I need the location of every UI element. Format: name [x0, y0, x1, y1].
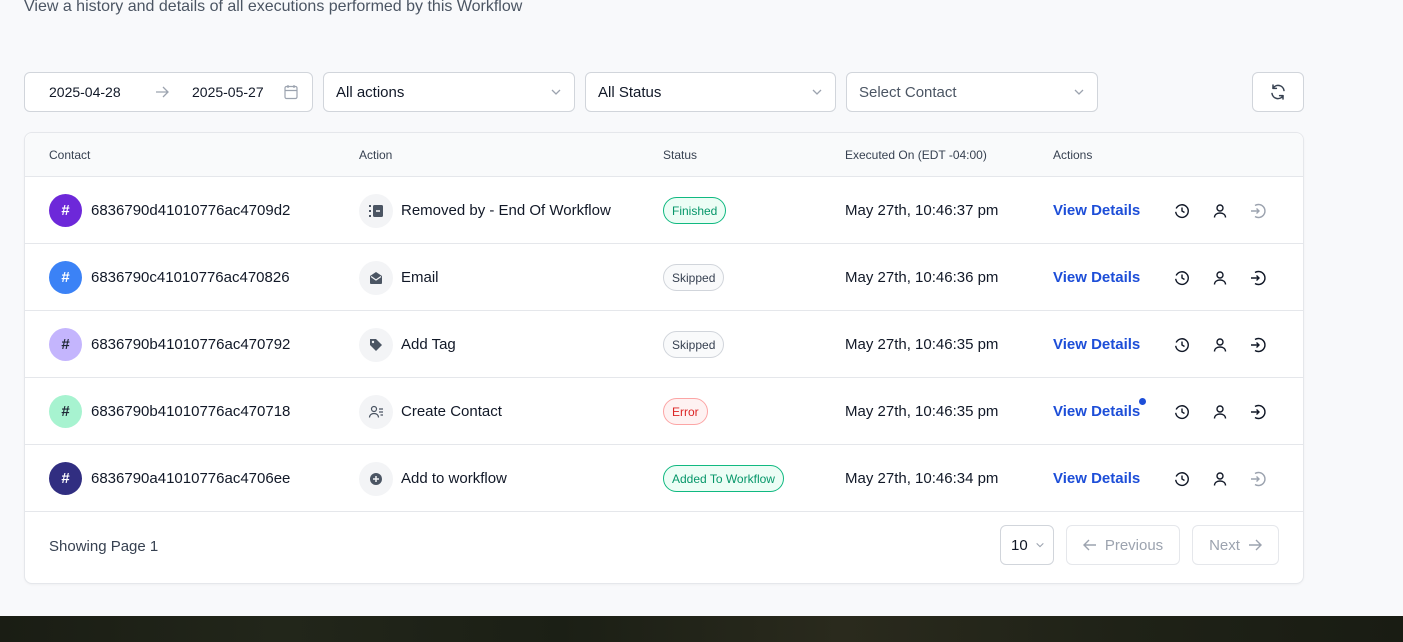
table-footer: Showing Page 1 10 Previous Next [25, 512, 1303, 584]
table-header: Contact Action Status Executed On (EDT -… [25, 133, 1303, 177]
view-details-link[interactable]: View Details [1053, 202, 1140, 219]
user-icon[interactable] [1211, 470, 1229, 488]
status-badge: Finished [663, 197, 727, 224]
avatar[interactable]: # [49, 194, 82, 227]
action-label: Create Contact [401, 403, 502, 420]
previous-page-button[interactable]: Previous [1066, 525, 1180, 565]
history-icon[interactable] [1173, 403, 1191, 421]
action-label: Add to workflow [401, 470, 507, 487]
user-icon[interactable] [1211, 269, 1229, 287]
history-icon[interactable] [1173, 470, 1191, 488]
chevron-down-icon [1073, 86, 1085, 98]
header-contact: Contact [49, 148, 91, 162]
previous-label: Previous [1104, 536, 1164, 554]
executions-table: Contact Action Status Executed On (EDT -… [24, 132, 1304, 584]
arrow-right-icon [155, 85, 169, 99]
contact-id[interactable]: 6836790d41010776ac4709d2 [91, 202, 290, 219]
executed-on: May 27th, 10:46:37 pm [845, 202, 999, 219]
arrow-right-icon [1248, 538, 1262, 552]
calendar-icon[interactable] [284, 84, 298, 100]
refresh-icon [1269, 83, 1287, 101]
history-icon[interactable] [1173, 269, 1191, 287]
remove-icon [359, 194, 393, 228]
user-icon[interactable] [1211, 336, 1229, 354]
status-filter-select[interactable]: All Status [585, 72, 836, 112]
contact-filter-placeholder: Select Contact [859, 83, 957, 101]
enter-workflow-icon[interactable] [1249, 403, 1267, 421]
history-icon[interactable] [1173, 202, 1191, 220]
executed-on: May 27th, 10:46:35 pm [845, 403, 999, 420]
page-indicator: Showing Page 1 [49, 538, 159, 555]
page-subtitle: View a history and details of all execut… [24, 0, 523, 15]
header-actions: Actions [1053, 148, 1093, 162]
executed-on: May 27th, 10:46:35 pm [845, 336, 999, 353]
header-status: Status [663, 148, 698, 162]
avatar[interactable]: # [49, 462, 82, 495]
page-size-select[interactable]: 10 [1000, 525, 1054, 565]
history-icon[interactable] [1173, 336, 1191, 354]
header-executed-on: Executed On (EDT -04:00) [845, 148, 987, 162]
status-badge: Added To Workflow [663, 465, 784, 492]
date-start[interactable]: 2025-04-28 [49, 84, 121, 100]
refresh-button[interactable] [1252, 72, 1304, 112]
tag-icon [359, 328, 393, 362]
date-range-picker[interactable]: 2025-04-28 2025-05-27 [24, 72, 313, 112]
table-row: # 6836790a41010776ac4706ee Add to workfl… [25, 445, 1303, 512]
view-details-link[interactable]: View Details [1053, 336, 1140, 353]
action-label: Removed by - End Of Workflow [401, 202, 611, 219]
contact-id[interactable]: 6836790b41010776ac470792 [91, 336, 290, 353]
date-end[interactable]: 2025-05-27 [192, 84, 264, 100]
contact-id[interactable]: 6836790b41010776ac470718 [91, 403, 290, 420]
user-icon[interactable] [1211, 403, 1229, 421]
table-row: # 6836790c41010776ac470826 Email Skipped… [25, 244, 1303, 311]
filter-bar: 2025-04-28 2025-05-27 All actions All St… [24, 72, 1304, 112]
enter-workflow-icon[interactable] [1249, 470, 1267, 488]
status-filter-value: All Status [598, 83, 662, 101]
email-icon [359, 261, 393, 295]
add-workflow-icon [359, 462, 393, 496]
actions-filter-select[interactable]: All actions [323, 72, 575, 112]
header-action: Action [359, 148, 393, 162]
actions-filter-value: All actions [336, 83, 405, 101]
next-label: Next [1209, 536, 1240, 554]
status-badge: Error [663, 398, 708, 425]
status-badge: Skipped [663, 331, 725, 358]
contact-id[interactable]: 6836790c41010776ac470826 [91, 269, 290, 286]
view-details-link[interactable]: View Details [1053, 470, 1140, 487]
avatar[interactable]: # [49, 328, 82, 361]
executed-on: May 27th, 10:46:36 pm [845, 269, 999, 286]
next-page-button[interactable]: Next [1192, 525, 1279, 565]
user-icon[interactable] [1211, 202, 1229, 220]
executed-on: May 27th, 10:46:34 pm [845, 470, 999, 487]
contact-id[interactable]: 6836790a41010776ac4706ee [91, 470, 290, 487]
action-label: Add Tag [401, 336, 456, 353]
enter-workflow-icon[interactable] [1249, 202, 1267, 220]
status-badge: Skipped [663, 264, 725, 291]
background-image-strip [0, 616, 1403, 642]
view-details-link[interactable]: View Details [1053, 269, 1140, 286]
chevron-down-icon [550, 86, 562, 98]
notification-dot [1139, 398, 1146, 405]
enter-workflow-icon[interactable] [1249, 336, 1267, 354]
table-row: # 6836790b41010776ac470792 Add Tag Skipp… [25, 311, 1303, 378]
action-label: Email [401, 269, 439, 286]
table-row: # 6836790d41010776ac4709d2 Removed by - … [25, 177, 1303, 244]
contact-filter-select[interactable]: Select Contact [846, 72, 1098, 112]
arrow-left-icon [1082, 538, 1097, 552]
create-contact-icon [359, 395, 393, 429]
table-row: # 6836790b41010776ac470718 Create Contac… [25, 378, 1303, 445]
enter-workflow-icon[interactable] [1249, 269, 1267, 287]
chevron-down-icon [811, 86, 823, 98]
avatar[interactable]: # [49, 395, 82, 428]
chevron-down-icon [1035, 540, 1045, 550]
view-details-link[interactable]: View Details [1053, 403, 1140, 420]
page-size-value: 10 [1011, 536, 1028, 554]
avatar[interactable]: # [49, 261, 82, 294]
